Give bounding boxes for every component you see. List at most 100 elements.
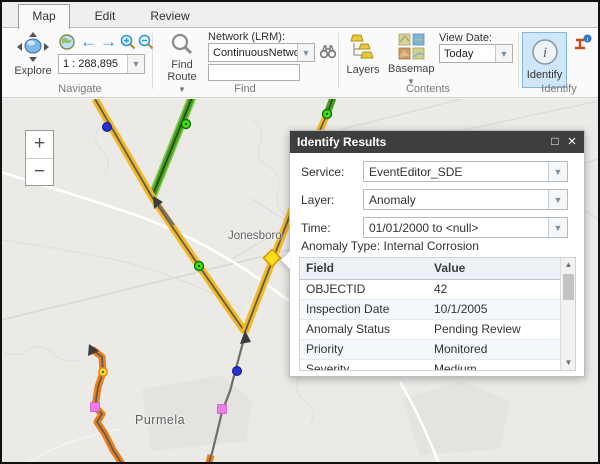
zoom-in-icon[interactable] — [120, 34, 136, 55]
map-scale-combobox[interactable]: 1 : 288,895 ▼ — [58, 54, 145, 74]
time-combobox[interactable]: 01/01/2000 to <null> ▼ — [363, 217, 568, 238]
chevron-down-icon[interactable]: ▼ — [548, 218, 567, 237]
service-value: EventEditor_SDE — [364, 165, 548, 179]
find-group-label: Find — [152, 83, 338, 95]
chevron-down-icon[interactable]: ▼ — [495, 45, 512, 62]
table-row[interactable]: OBJECTID42 — [300, 279, 562, 299]
tab-edit[interactable]: Edit — [80, 5, 130, 28]
identify-group-label: Identify — [518, 83, 600, 95]
panel-callout-pointer — [281, 251, 290, 269]
network-combobox[interactable]: ContinuousNetwork ▼ — [208, 43, 315, 62]
group-separator — [518, 33, 519, 89]
table-row[interactable]: SeverityMedium — [300, 359, 562, 371]
map-canvas[interactable]: Jonesboro Purmela + − Identify Results □… — [2, 99, 598, 464]
pink-marker — [91, 403, 100, 412]
table-cell: Anomaly Status — [300, 319, 428, 339]
pink-marker — [218, 405, 227, 414]
find-route-magnifier-icon — [170, 47, 194, 59]
layer-label: Layer: — [301, 193, 334, 207]
tab-review[interactable]: Review — [140, 5, 200, 28]
blue-point-marker — [103, 123, 112, 132]
table-row[interactable]: Anomaly StatusPending Review — [300, 319, 562, 339]
table-row[interactable]: PriorityMonitored — [300, 339, 562, 359]
time-value: 01/01/2000 to <null> — [364, 221, 548, 235]
zoom-out-icon[interactable] — [138, 34, 154, 55]
identify-icon: i — [531, 38, 559, 69]
table-cell: Medium — [428, 359, 562, 371]
time-label: Time: — [301, 221, 331, 235]
svg-text:i: i — [542, 45, 546, 61]
chevron-down-icon[interactable]: ▼ — [297, 44, 314, 61]
layer-combobox[interactable]: Anomaly ▼ — [363, 189, 568, 210]
map-zoom-out-button[interactable]: − — [26, 158, 53, 185]
scrollbar-thumb[interactable] — [563, 274, 574, 300]
table-header-row: Field Value — [300, 258, 562, 279]
chevron-down-icon[interactable]: ▼ — [548, 190, 567, 209]
table-cell: Monitored — [428, 339, 562, 359]
identify-button[interactable]: i Identify — [522, 32, 567, 88]
full-extent-globe-icon[interactable] — [59, 34, 75, 55]
view-date-label: View Date: — [439, 32, 492, 44]
town-label-purmela: Purmela — [135, 413, 185, 427]
anomaly-type-text: Anomaly Type: Internal Corrosion — [301, 239, 479, 253]
map-zoom-control: + − — [25, 130, 54, 186]
back-extent-arrow-icon[interactable]: ← — [80, 32, 97, 52]
find-route-label-2: Route — [162, 71, 202, 83]
scroll-up-icon[interactable]: ▲ — [561, 258, 576, 272]
town-label-jonesboro: Jonesboro — [228, 230, 282, 242]
view-date-value: Today — [440, 48, 495, 60]
table-row[interactable]: Inspection Date10/1/2005 — [300, 299, 562, 319]
value-column-header: Value — [428, 258, 562, 279]
contents-group-label: Contents — [338, 83, 518, 95]
layers-icon — [350, 52, 376, 64]
panel-title: Identify Results — [297, 135, 386, 149]
blue-point-marker — [233, 367, 242, 376]
field-column-header: Field — [300, 258, 428, 279]
explore-pan-icon — [17, 53, 49, 65]
chevron-down-icon[interactable]: ▼ — [548, 162, 567, 181]
tab-map[interactable]: Map — [18, 4, 70, 29]
route-search-input[interactable] — [208, 64, 300, 81]
app-window: Map Edit Review Explore — [0, 0, 600, 464]
scroll-down-icon[interactable]: ▼ — [561, 356, 576, 370]
layers-button[interactable]: Layers — [344, 33, 382, 76]
close-icon[interactable]: × — [563, 131, 581, 153]
explore-label: Explore — [10, 65, 56, 77]
explore-button[interactable]: Explore — [10, 32, 56, 77]
basemap-button[interactable]: Basemap ▼ — [388, 33, 434, 87]
group-separator — [338, 33, 339, 89]
map-zoom-in-button[interactable]: + — [26, 131, 53, 158]
service-combobox[interactable]: EventEditor_SDE ▼ — [363, 161, 568, 182]
maximize-icon[interactable]: □ — [546, 131, 564, 153]
table-cell: Priority — [300, 339, 428, 359]
identify-results-panel: Identify Results □ × Service: EventEdito… — [289, 130, 585, 377]
table-cell: 10/1/2005 — [428, 299, 562, 319]
network-value: ContinuousNetwork — [209, 47, 297, 59]
find-route-label-1: Find — [162, 59, 202, 71]
table-cell: 42 — [428, 279, 562, 299]
view-date-combobox[interactable]: Today ▼ — [439, 44, 513, 63]
table-cell: Severity — [300, 359, 428, 371]
basemap-icon — [398, 51, 425, 63]
forward-extent-arrow-icon[interactable]: → — [100, 32, 117, 52]
attributes-table: Field Value OBJECTID42Inspection Date10/… — [299, 257, 576, 371]
ribbon-tab-bar: Map Edit Review — [2, 2, 598, 28]
identify-label: Identify — [527, 69, 562, 81]
map-scale-value: 1 : 288,895 — [59, 58, 127, 70]
panel-title-bar[interactable]: Identify Results □ × — [290, 131, 584, 153]
chevron-down-icon[interactable]: ▼ — [127, 55, 144, 73]
layer-value: Anomaly — [364, 193, 548, 207]
binoculars-icon[interactable] — [320, 44, 336, 64]
table-cell: Inspection Date — [300, 299, 428, 319]
svg-text:i: i — [587, 36, 589, 43]
navigate-group-label: Navigate — [10, 83, 150, 95]
network-lrm-label: Network (LRM): — [208, 31, 285, 43]
service-label: Service: — [301, 165, 344, 179]
table-scrollbar[interactable]: ▲ ▼ — [560, 258, 575, 370]
basemap-label: Basemap — [388, 63, 434, 75]
layers-label: Layers — [344, 64, 382, 76]
ribbon: Explore ← → 1 : 288,895 ▼ — [2, 28, 598, 98]
table-cell: OBJECTID — [300, 279, 428, 299]
identify-route-location-icon[interactable]: i — [573, 34, 593, 57]
table-cell: Pending Review — [428, 319, 562, 339]
